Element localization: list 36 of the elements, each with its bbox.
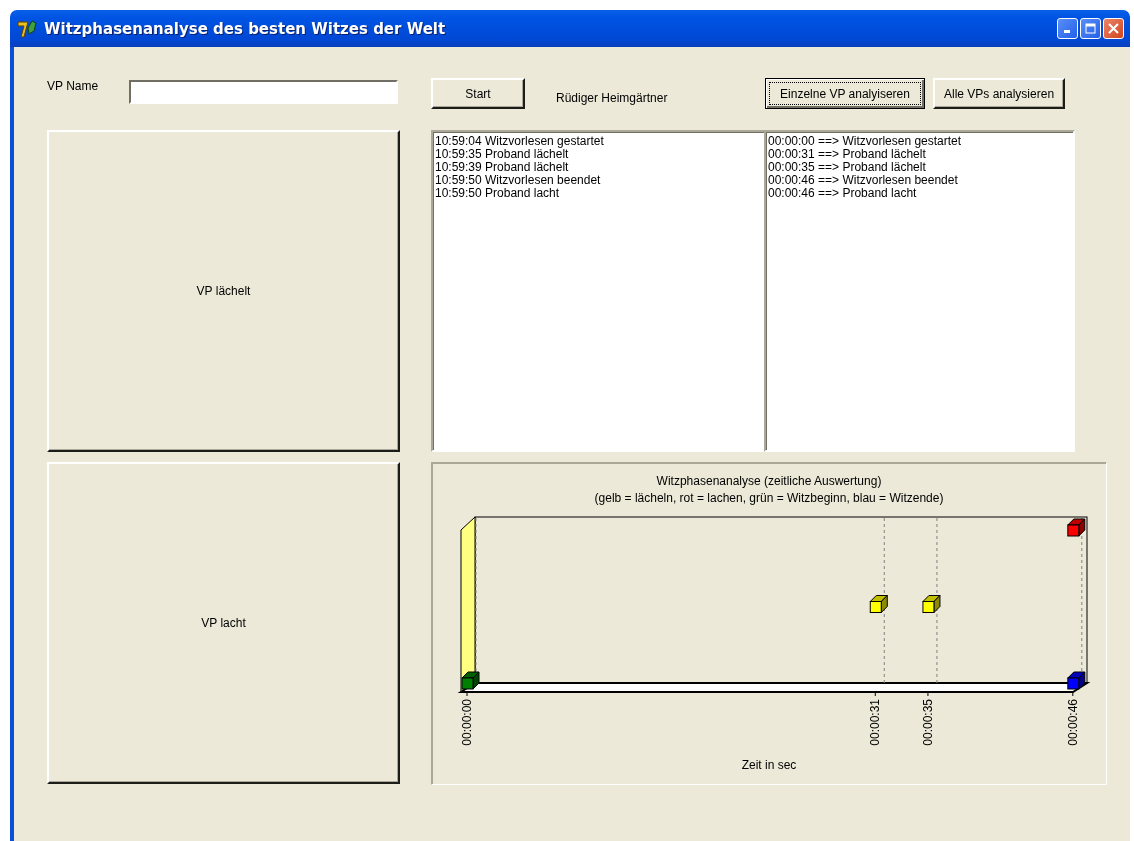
- list-item[interactable]: 00:00:35 ==> Proband lächelt: [768, 161, 926, 174]
- maximize-button[interactable]: [1080, 18, 1101, 39]
- start-button[interactable]: Start: [431, 78, 525, 109]
- minimize-button[interactable]: [1057, 18, 1078, 39]
- list-item[interactable]: 10:59:04 Witzvorlesen gestartet: [435, 135, 604, 148]
- tick-mark: [927, 691, 929, 697]
- name-field[interactable]: [129, 80, 398, 104]
- analyze-button[interactable]: Alle VPs analysieren: [933, 78, 1065, 109]
- chart-legend: (gelb = lächeln, rot = lachen, grün = Witzbeginn, blau = Witzende): [594, 491, 944, 505]
- field-label: VP Name: [47, 78, 100, 93]
- list-item[interactable]: 10:59:35 Proband lächelt: [435, 148, 569, 161]
- list-item[interactable]: 10:59:50 Proband lacht: [435, 187, 560, 200]
- list-item[interactable]: 00:00:31 ==> Proband lächelt: [768, 148, 926, 161]
- axis-label: Zeit in sec: [741, 758, 797, 772]
- list-item[interactable]: 10:59:39 Proband lächelt: [435, 161, 569, 174]
- tick-label: 00:00:35: [920, 699, 935, 746]
- person-name: Rüdiger Heimgärtner: [556, 90, 668, 105]
- tick-label: 00:00:31: [868, 699, 883, 746]
- close-button[interactable]: [1103, 18, 1124, 39]
- close-icon: [1108, 23, 1119, 34]
- smile-button[interactable]: VP lächelt: [47, 130, 400, 452]
- tick-mark: [466, 691, 468, 697]
- tick-mark: [1072, 691, 1074, 697]
- list-item[interactable]: 10:59:50 Witzvorlesen beendet: [435, 174, 601, 187]
- window-title: Witzphasenanalyse des besten Witzes der Welt: [44, 19, 447, 38]
- tick-label: 00:00:46: [1065, 699, 1080, 746]
- app-icon: [16, 18, 38, 39]
- list-item[interactable]: 00:00:46 ==> Proband lacht: [768, 187, 917, 200]
- tick-mark: [874, 691, 876, 697]
- laugh-button[interactable]: VP lacht: [47, 462, 400, 784]
- maximize-icon: [1085, 23, 1096, 34]
- chart-title: Witzphasenanalyse (zeitliche Auswertung): [656, 474, 882, 488]
- list-item[interactable]: 00:00:00 ==> Witzvorlesen gestartet: [768, 135, 962, 148]
- list-item[interactable]: 00:00:46 ==> Witzvorlesen beendet: [768, 174, 958, 187]
- analyze-button[interactable]: Einzelne VP analyiseren: [765, 78, 926, 109]
- tick-label: 00:00:00: [460, 699, 474, 746]
